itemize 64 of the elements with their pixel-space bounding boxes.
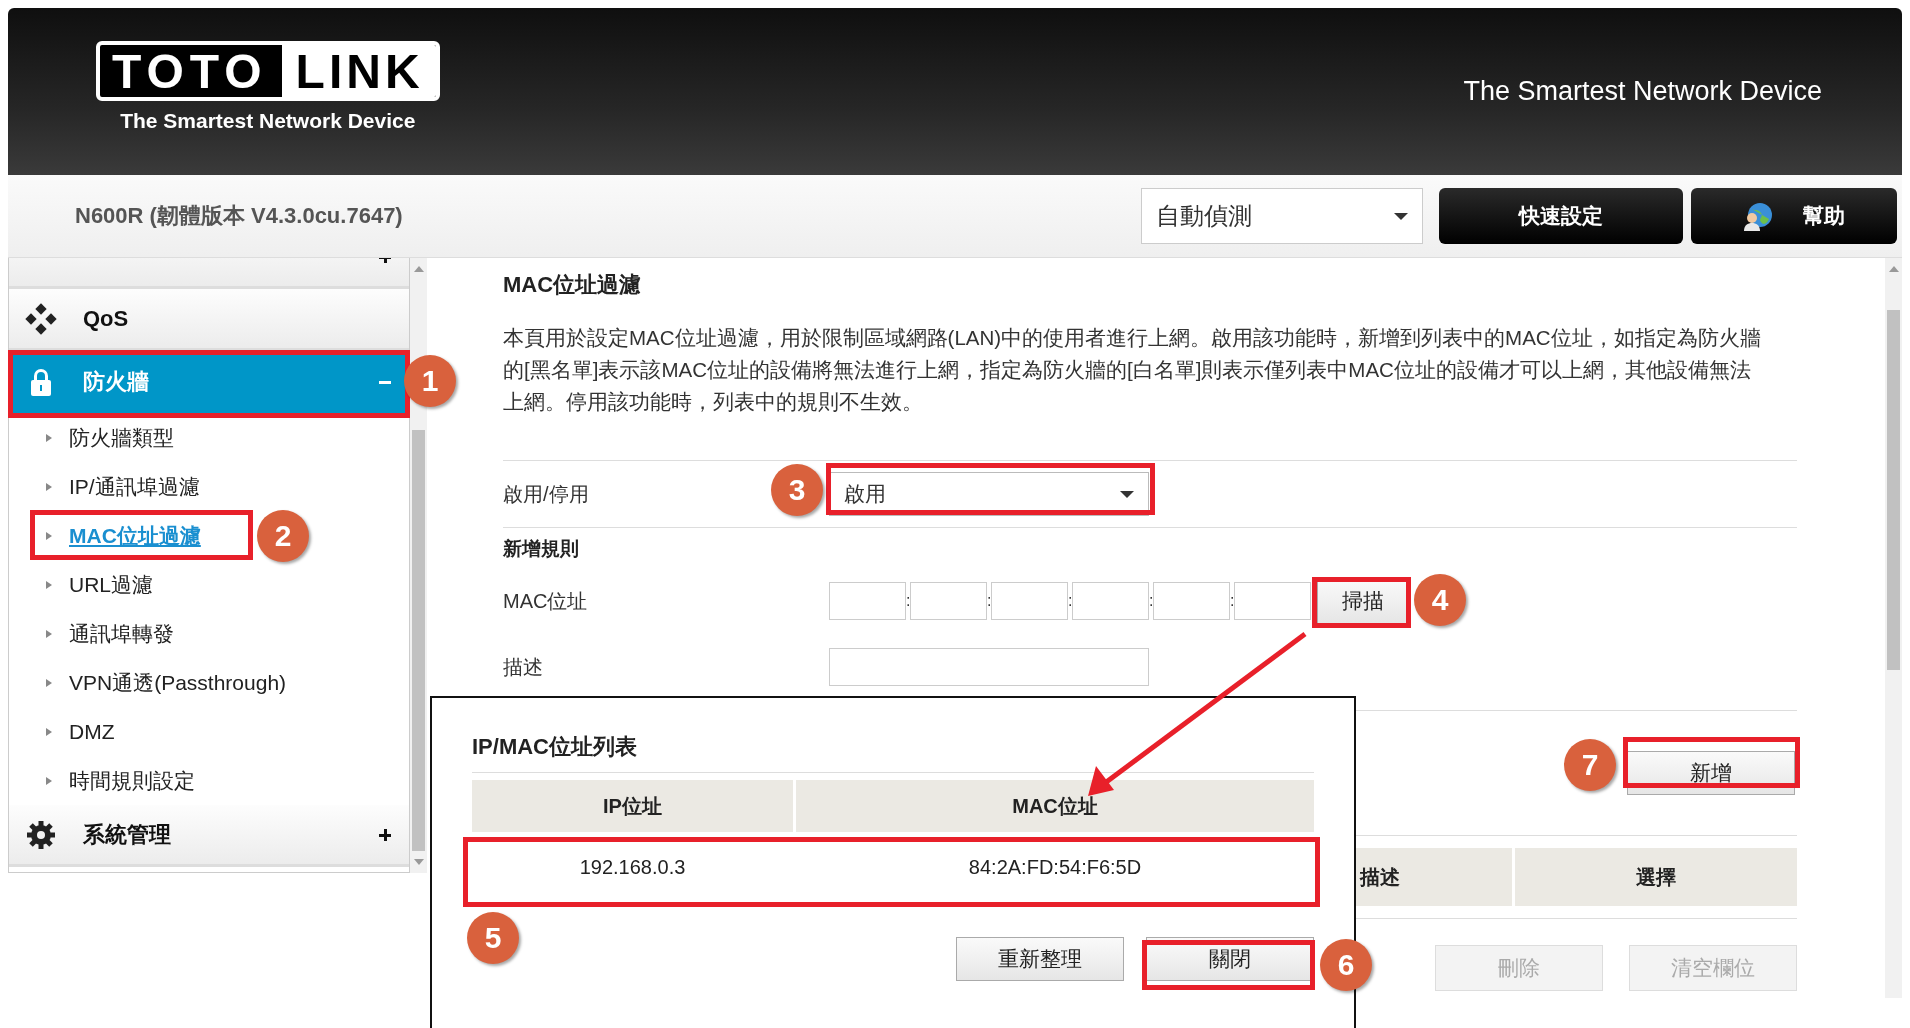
enable-dropdown[interactable]: 啟用: [829, 472, 1149, 516]
input-field[interactable]: [910, 582, 987, 620]
sidebar-link[interactable]: VPN通透(Passthrough): [69, 668, 287, 697]
caret-icon: [1394, 212, 1408, 220]
bullet-icon: [45, 775, 53, 786]
scrollbar[interactable]: [1885, 258, 1902, 998]
input-field[interactable]: [1072, 582, 1149, 620]
separator: :: [906, 592, 910, 610]
column-header: MAC位址: [796, 780, 1314, 832]
column-header: IP位址: [472, 780, 793, 832]
step-badge: 6: [1320, 939, 1372, 991]
sidebar-link[interactable]: DMZ: [69, 719, 115, 744]
bullet-icon: [45, 726, 53, 737]
sidebar-link[interactable]: IP/通訊埠過濾: [69, 472, 200, 501]
settings-icon: [25, 818, 57, 851]
help-button[interactable]: 幫助: [1691, 188, 1897, 244]
field-label: MAC位址: [503, 588, 588, 614]
diamonds-icon: [25, 302, 57, 335]
sidebar-link[interactable]: 時間規則設定: [69, 766, 195, 795]
logo-tagline: The Smartest Network Device: [120, 108, 416, 133]
column-header: 描述: [1356, 848, 1512, 906]
section-title: 新增規則: [503, 537, 579, 561]
separator: :: [1149, 592, 1153, 610]
dropdown-value: 自動偵測: [1156, 201, 1252, 231]
column-header: 選擇: [1515, 848, 1797, 906]
caret-icon: [1120, 490, 1134, 498]
bullet-icon: [45, 530, 53, 541]
quick-setup-button[interactable]: 快速設定: [1439, 188, 1683, 244]
logo-word: TOTO: [111, 44, 269, 97]
bullet-icon: [45, 432, 53, 443]
globe-icon: [1743, 201, 1773, 231]
page-title: MAC位址過濾: [503, 271, 643, 299]
sidebar-link[interactable]: URL過濾: [69, 570, 153, 599]
sidebar-link[interactable]: 通訊埠轉發: [69, 619, 174, 648]
bullet-icon: [45, 677, 53, 688]
dialog-title: IP/MAC位址列表: [472, 732, 1314, 773]
table-cell: 84:2A:FD:54:F6:5D: [796, 832, 1314, 903]
step-badge: 1: [404, 355, 456, 407]
logo-word: LINK: [281, 44, 436, 97]
step-badge: 4: [1414, 574, 1466, 626]
input-field[interactable]: [829, 648, 1149, 686]
input-field[interactable]: [991, 582, 1068, 620]
separator: :: [1068, 592, 1072, 610]
input-field[interactable]: [1234, 582, 1311, 620]
input-field[interactable]: [1153, 582, 1230, 620]
step-badge: 7: [1564, 739, 1616, 791]
slogan: The Smartest Network Device: [1463, 76, 1822, 107]
separator: :: [987, 592, 991, 610]
expand-icon: [379, 828, 391, 841]
separator: :: [1230, 592, 1234, 610]
sidebar-link[interactable]: 防火牆類型: [69, 423, 174, 452]
model-version: N600R (韌體版本 V4.3.0cu.7647): [75, 202, 404, 230]
field-label: 啟用/停用: [503, 481, 589, 507]
sidebar-link[interactable]: MAC位址過濾: [69, 521, 201, 550]
table-cell: 192.168.0.3: [472, 832, 793, 903]
description: 本頁用於設定MAC位址過濾，用於限制區域網路(LAN)中的使用者進行上網。啟用該功能時，新增到列表中的MAC位址，如指定為防火牆的[黑名單]表示該MAC位址的設備將無法進行上網，指定為防火牆的[白名單]則表示僅列表中MAC位址的設備才可以上網，其他設備無法上網。停用該功能時，列表中的規則不生效。: [503, 325, 1762, 415]
bullet-icon: [45, 481, 53, 492]
step-badge: 3: [771, 464, 823, 516]
bullet-icon: [45, 579, 53, 590]
field-label: 描述: [503, 654, 543, 680]
bullet-icon: [45, 628, 53, 639]
input-field[interactable]: [829, 582, 906, 620]
refresh-button[interactable]: 重新整理: [956, 937, 1124, 981]
language-dropdown[interactable]: 自動偵測: [1141, 188, 1423, 244]
